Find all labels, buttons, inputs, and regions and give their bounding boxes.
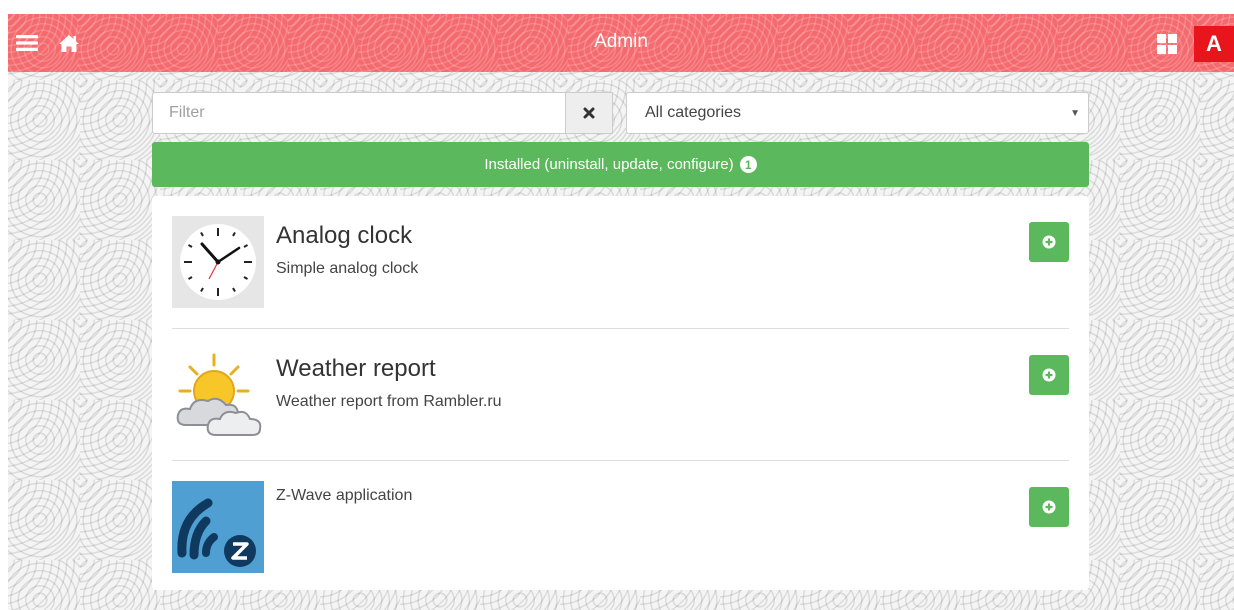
list-item: Analog clock Simple analog clock — [172, 196, 1069, 328]
page-title: Admin — [594, 31, 648, 52]
close-icon — [583, 107, 595, 119]
top-navbar: Admin A — [8, 14, 1234, 72]
plus-circle-icon — [1042, 500, 1056, 514]
app-description: Simple analog clock — [276, 260, 419, 277]
app-description: Weather report from Rambler.ru — [276, 393, 502, 410]
left-margin — [0, 0, 8, 610]
app-description: Z-Wave application — [276, 487, 413, 504]
app-list: Analog clock Simple analog clock Weather… — [152, 196, 1089, 590]
weather-icon — [172, 349, 264, 441]
nav-right-group: A — [1154, 26, 1234, 62]
add-app-button[interactable] — [1029, 355, 1069, 395]
plus-circle-icon — [1042, 368, 1056, 382]
grid-icon[interactable] — [1154, 31, 1180, 57]
app-title: Weather report — [276, 355, 436, 382]
category-select[interactable]: All categories ▼ — [626, 92, 1089, 134]
plus-circle-icon — [1042, 235, 1056, 249]
main-content: All categories ▼ Installed (uninstall, u… — [152, 92, 1089, 590]
app-title: Analog clock — [276, 222, 413, 249]
category-selected-value: All categories — [645, 104, 742, 121]
analog-clock-icon — [172, 216, 264, 308]
add-app-button[interactable] — [1029, 487, 1069, 527]
filter-row: All categories ▼ — [152, 92, 1089, 136]
clear-filter-button[interactable] — [566, 92, 613, 134]
admin-badge[interactable]: A — [1194, 26, 1234, 62]
installed-label: Installed (uninstall, update, configure) — [484, 156, 734, 173]
filter-input[interactable] — [152, 92, 566, 134]
installed-apps-button[interactable]: Installed (uninstall, update, configure)… — [152, 142, 1089, 187]
add-app-button[interactable] — [1029, 222, 1069, 262]
top-margin — [0, 0, 1234, 14]
chevron-down-icon: ▼ — [1070, 108, 1080, 119]
installed-count-badge: 1 — [739, 156, 757, 173]
list-item: Weather report Weather report from Rambl… — [172, 328, 1069, 461]
list-item: Z-Wave application — [172, 460, 1069, 593]
z-wave-icon — [172, 481, 264, 573]
